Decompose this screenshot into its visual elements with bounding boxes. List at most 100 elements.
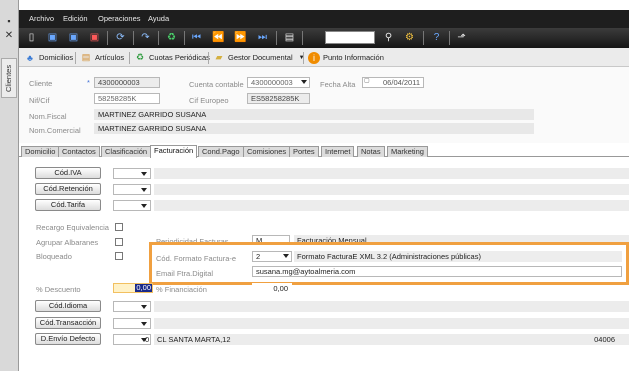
cod-retencion-dropdown[interactable]	[113, 184, 151, 195]
cliente-field[interactable]: 4300000003	[94, 77, 160, 88]
cod-retencion-button[interactable]: Cód.Retención	[35, 183, 101, 195]
descuento-label: % Descuento	[36, 285, 81, 294]
list-view-icon[interactable]: ▤	[283, 31, 296, 44]
domicilios-link[interactable]: ♣ Domicilios	[24, 51, 73, 64]
envio-defecto-button[interactable]: D.Envío Defecto	[35, 333, 101, 345]
cif-europeo-label: Cif Europeo	[189, 96, 229, 105]
cuenta-contable-label: Cuenta contable	[189, 80, 244, 89]
tab-domicilio[interactable]: Domicilio	[21, 146, 60, 157]
menu-operaciones[interactable]: Operaciones	[98, 14, 141, 23]
required-marker: *	[87, 78, 90, 87]
agrupar-checkbox[interactable]	[115, 238, 123, 246]
envio-postal-code: 04006	[594, 335, 615, 344]
envio-address: CL SANTA MARTA,12 04006	[154, 334, 629, 345]
cliente-label: Cliente	[29, 79, 53, 88]
financiacion-field[interactable]: 0,00	[252, 283, 292, 294]
filter-icon[interactable]: ⚙	[403, 31, 416, 44]
descuento-field[interactable]: 0,00	[113, 283, 153, 293]
tab-comisiones[interactable]: Comisiones	[243, 146, 291, 157]
menu-edicion[interactable]: Edición	[63, 14, 88, 23]
exit-icon[interactable]: ⬏	[455, 31, 468, 44]
left-tab-strip	[0, 0, 19, 371]
menu-ayuda[interactable]: Ayuda	[148, 14, 169, 23]
trash-icon[interactable]: ♻	[165, 31, 178, 44]
undo-icon[interactable]: ↷	[139, 31, 152, 44]
new-document-icon[interactable]: ▯	[25, 31, 38, 44]
cod-idioma-button[interactable]: Cód.Idioma	[35, 300, 101, 312]
nom-fiscal-field[interactable]: MARTINEZ GARRIDO SUSANA	[94, 109, 534, 120]
bloqueado-checkbox[interactable]	[115, 252, 123, 260]
tab-portes[interactable]: Portes	[289, 146, 319, 157]
cuotas-periodicas-link[interactable]: ♻ Cuotas Periódicas	[134, 51, 210, 64]
cod-idioma-dropdown[interactable]	[113, 301, 151, 312]
formato-factura-label: Cód. Formato Factura-e	[156, 254, 237, 263]
calendar-icon[interactable]: ▢	[364, 77, 370, 84]
nom-fiscal-label: Nom.Fiscal	[29, 112, 67, 121]
menu-archivo[interactable]: Archivo	[29, 14, 54, 23]
email-ftra-field[interactable]: susana.mg@aytoalmeria.com	[252, 266, 622, 277]
bloqueado-label: Bloqueado	[36, 252, 72, 261]
tab-cond-pago[interactable]: Cond.Pago	[198, 146, 244, 157]
people-icon: ♣	[27, 52, 33, 63]
cuenta-contable-dropdown[interactable]	[298, 77, 310, 88]
envio-defecto-dropdown[interactable]: 0	[113, 334, 151, 345]
link-bar: ♣ Domicilios ▤ Artículos ♻ Cuotas Periód…	[19, 48, 629, 67]
punto-informacion-link[interactable]: i Punto Información	[308, 51, 384, 64]
agrupar-label: Agrupar Albaranes	[36, 238, 99, 247]
book-icon: ▤	[81, 52, 91, 62]
last-record-icon[interactable]: ⏭	[256, 31, 269, 44]
recycle-icon: ♻	[135, 52, 145, 62]
tab-contactos[interactable]: Contactos	[58, 146, 100, 157]
tab-internet[interactable]: Internet	[321, 146, 355, 157]
recargo-label: Recargo Equivalencia	[36, 223, 109, 232]
cod-transaccion-dropdown[interactable]	[113, 318, 151, 329]
fecha-alta-label: Fecha Alta	[320, 80, 356, 89]
save-as-icon[interactable]: ▣	[67, 31, 80, 44]
nom-comercial-label: Nom.Comercial	[29, 126, 81, 135]
cod-transaccion-description	[154, 318, 629, 329]
formato-factura-dropdown[interactable]	[280, 251, 292, 262]
formato-factura-description: Formato FacturaE XML 3.2 (Administracion…	[294, 251, 622, 262]
gestor-documental-link[interactable]: ▰ Gestor Documental ▼	[213, 51, 305, 64]
articulos-link[interactable]: ▤ Artículos	[80, 51, 124, 64]
cod-iva-button[interactable]: Cód.IVA	[35, 167, 101, 179]
menu-bar: Archivo Edición Operaciones Ayuda	[19, 10, 629, 28]
cod-tarifa-button[interactable]: Cód.Tarifa	[35, 199, 101, 211]
tab-notas[interactable]: Notas	[357, 146, 385, 157]
cif-europeo-field: ES58258285K	[247, 93, 310, 104]
info-icon: i	[308, 51, 320, 64]
search-icon[interactable]: ⚲	[382, 31, 395, 44]
first-record-icon[interactable]: ⏮	[190, 31, 203, 44]
cod-retencion-description	[154, 184, 629, 195]
tab-strip: Domicilio Contactos Clasificación Factur…	[19, 145, 629, 158]
cod-iva-description	[154, 168, 629, 179]
search-input[interactable]	[325, 31, 375, 44]
refresh-icon[interactable]: ⟳	[114, 31, 127, 44]
email-ftra-label: Email Ftra.Digital	[156, 269, 214, 278]
help-icon[interactable]: ?	[430, 31, 443, 44]
nom-comercial-field[interactable]: MARTINEZ GARRIDO SUSANA	[94, 123, 534, 134]
previous-record-icon[interactable]: ⏪	[212, 31, 225, 44]
next-record-icon[interactable]: ⏩	[234, 31, 247, 44]
save-icon[interactable]: ▣	[46, 31, 59, 44]
facturae-highlight-box	[149, 242, 629, 285]
clientes-side-tab[interactable]: Clientes	[1, 58, 17, 98]
cod-tarifa-dropdown[interactable]	[113, 200, 151, 211]
fecha-alta-field[interactable]: 06/04/2011	[362, 77, 424, 88]
financiacion-label: % Financiación	[156, 285, 207, 294]
cod-transaccion-button[interactable]: Cód.Transacción	[35, 317, 101, 329]
client-header: Cliente * 4300000003 Cuenta contable 430…	[19, 67, 629, 143]
cod-idioma-description	[154, 301, 629, 312]
cod-iva-dropdown[interactable]	[113, 168, 151, 179]
tab-facturacion[interactable]: Facturación	[150, 145, 198, 158]
tab-clasificacion[interactable]: Clasificación	[101, 146, 152, 157]
close-icon[interactable]: ✕	[3, 30, 15, 42]
nif-label: Nif/Cif	[29, 96, 50, 105]
nif-field[interactable]: 58258285K	[94, 93, 160, 104]
pin-icon[interactable]: ▪	[3, 16, 15, 28]
recargo-checkbox[interactable]	[115, 223, 123, 231]
tab-marketing[interactable]: Marketing	[387, 146, 428, 157]
folder-icon: ▰	[215, 52, 223, 62]
cod-tarifa-description	[154, 200, 629, 211]
delete-icon[interactable]: ▣	[88, 31, 101, 44]
